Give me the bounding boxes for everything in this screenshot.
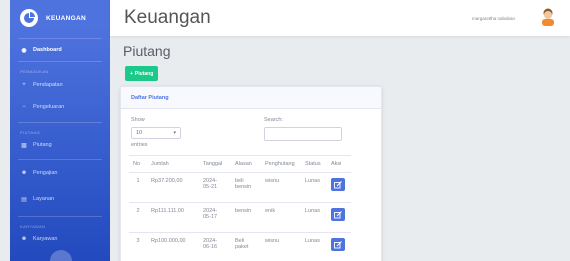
edit-button[interactable] [331,178,345,191]
sidebar-divider [18,61,102,62]
sidebar-item-label: Layanan [33,196,55,202]
sidebar-item-label: Dashboard [33,47,62,53]
minus-icon: − [22,104,26,110]
add-button-label: Piutang [134,70,154,77]
app-title: Keuangan [124,7,211,28]
cell-status: Lunas [301,232,327,261]
sidebar-item-label: Pengajian [33,170,58,176]
piutang-card: Daftar Piutang Show 10 ▾ entries Search:… [120,86,382,261]
edit-icon [334,210,342,218]
column-header[interactable]: Status [301,155,327,173]
date-part: 05-21 [203,184,218,190]
cell-jumlah: Rp100.000,00 [147,232,199,261]
avatar[interactable] [540,8,556,26]
table-row: 3 Rp100.000,00 2024- 06-16 Beli paket wisn… [129,232,351,261]
cell-jumlah: Rp37.200,00 [147,172,199,203]
cell-aksi [327,232,351,261]
cell-no: 2 [129,202,147,233]
cell-alasan: beli bensin [231,172,261,203]
column-header[interactable]: Aksi [327,155,351,173]
cell-aksi [327,172,351,203]
sidebar-item-piutang[interactable]: ▩ Piutang [10,135,110,155]
column-header[interactable]: Jumlah [147,155,199,173]
sidebar-item-pendapatan[interactable]: + Pendapatan [10,74,110,96]
sidebar: KEUANGAN ◉ Dashboard PEMASUKAN + Pendapa… [10,0,110,261]
date-part: 05-17 [203,214,218,220]
plus-icon: + [130,70,133,77]
entries-select[interactable]: 10 ▾ [131,127,181,139]
entries-label: entries [131,142,148,148]
search-input[interactable] [264,127,342,141]
users-icon: ☻ [20,236,28,242]
sidebar-item-pengeluaran[interactable]: − Pengeluaran [10,96,110,118]
search-label: Search: [264,117,283,123]
cell-tanggal: 2024- 06-16 [199,232,231,261]
alasan-part: bensin [235,208,252,214]
wallet-icon: ▩ [21,142,27,149]
table-row: 2 Rp111.111,00 2024- 05-17 bensin enik Lu… [129,202,351,233]
cell-penghutang: enik [261,202,301,233]
sidebar-brand[interactable]: KEUANGAN [10,0,110,36]
cell-tanggal: 2024- 05-17 [199,202,231,233]
show-label: Show [131,117,145,123]
entries-value: 10 [136,130,143,136]
sidebar-item-label: Piutang [33,142,52,148]
piutang-table: No Jumlah Tanggal Alasan Penghutang Stat… [129,155,351,261]
sidebar-item-label: Pendapatan [33,82,63,88]
sidebar-divider [18,216,102,217]
plus-icon: + [22,82,26,88]
column-header[interactable]: Penghutang [261,155,301,173]
table-header-row: No Jumlah Tanggal Alasan Penghutang Stat… [129,155,351,173]
topbar: Keuangan margarettha nababan [110,0,570,36]
sidebar-item-dashboard[interactable]: ◉ Dashboard [10,39,110,61]
column-header[interactable]: Tanggal [199,155,231,173]
sidebar-item-karyawan[interactable]: ☻ Karyawan [10,229,110,249]
sidebar-toggle-button[interactable] [50,250,72,261]
alasan-part: paket [235,244,249,250]
add-piutang-button[interactable]: + Piutang [125,66,159,81]
edit-button[interactable] [331,208,345,221]
edit-button[interactable] [331,238,345,251]
sidebar-item-label: Karyawan [33,236,58,242]
column-header[interactable]: Alasan [231,155,261,173]
cell-penghutang: wisnu [261,172,301,203]
cell-alasan: Beli paket [231,232,261,261]
column-header[interactable]: No [129,155,147,173]
user-name[interactable]: margarettha nababan [472,16,515,21]
sidebar-item-layanan[interactable]: ▤ Layanan [10,186,110,212]
sidebar-divider [18,122,102,123]
cell-jumlah: Rp111.111,00 [147,202,199,233]
dashboard-icon: ◉ [21,47,27,54]
page-title: Piutang [123,43,171,59]
cell-penghutang: wisnu [261,232,301,261]
edit-icon [334,240,342,248]
date-part: 06-16 [203,244,218,250]
table-row: 1 Rp37.200,00 2024- 05-21 beli bensin wisn… [129,172,351,203]
list-icon: ▤ [21,196,27,203]
cell-status: Lunas [301,172,327,203]
cell-tanggal: 2024- 05-21 [199,172,231,203]
cell-alasan: bensin [231,202,261,233]
cell-no: 3 [129,232,147,261]
piechart-icon [20,9,38,27]
cell-aksi [327,202,351,233]
sidebar-item-pengajian[interactable]: ☻ Pengajian [10,160,110,186]
card-title: Daftar Piutang [121,87,381,109]
brand-name: KEUANGAN [46,14,86,22]
cell-no: 1 [129,172,147,203]
sidebar-item-label: Pengeluaran [33,104,65,110]
alasan-part: bensin [235,184,252,190]
chevron-down-icon: ▾ [173,130,176,136]
edit-icon [334,180,342,188]
users-icon: ☻ [20,170,28,176]
cell-status: Lunas [301,202,327,233]
